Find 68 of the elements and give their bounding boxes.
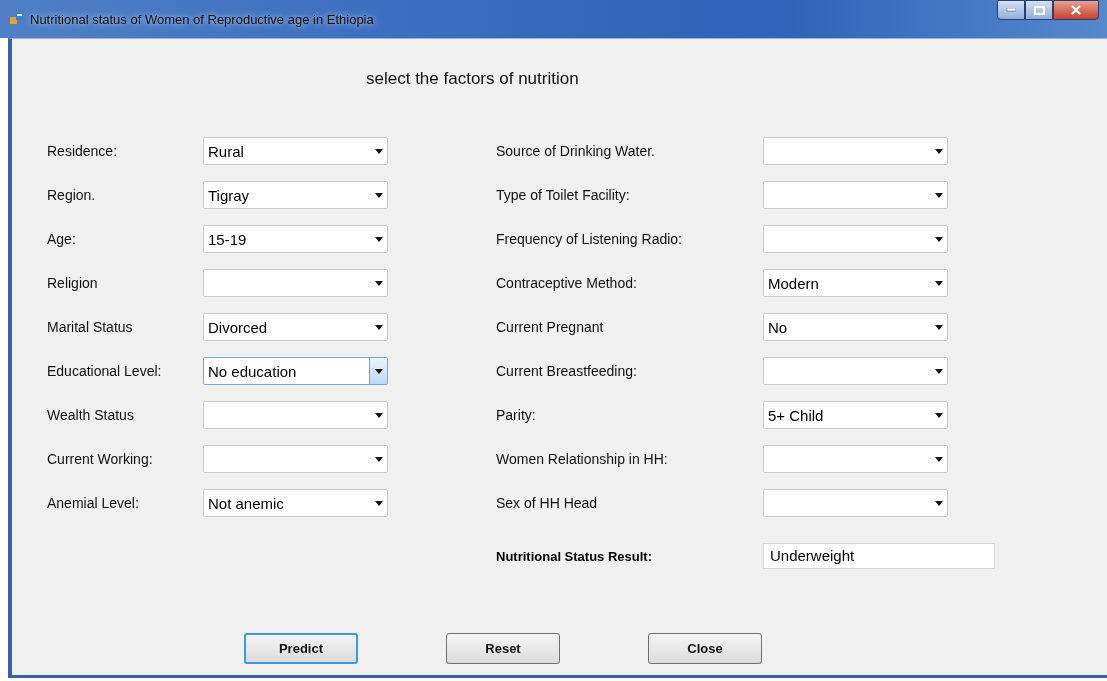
field-label: Type of Toilet Facility:	[496, 187, 631, 203]
dropdown-field[interactable]	[203, 269, 388, 297]
result-field[interactable]: Underweight	[763, 543, 995, 569]
caret-icon	[934, 456, 943, 462]
caret-icon	[374, 192, 383, 198]
minimize-icon	[1006, 8, 1016, 12]
field-label: Age:	[47, 231, 77, 247]
caret-icon	[374, 456, 383, 462]
field-label: Women Relationship in HH:	[496, 451, 669, 467]
action-button[interactable]: Reset	[446, 633, 560, 664]
field-label: Region.	[47, 187, 97, 203]
window-title: Nutritional status of Women of Reproductive age in Ethiopia	[30, 11, 375, 27]
caret-icon	[374, 280, 383, 286]
action-button[interactable]: Close	[648, 633, 762, 664]
caret-icon	[374, 148, 383, 154]
dropdown-field[interactable]: Not anemic	[203, 489, 388, 517]
dropdown-field[interactable]: 15-19	[203, 225, 388, 253]
maximize-icon	[1033, 5, 1045, 15]
caret-icon	[374, 236, 383, 242]
minimize-button[interactable]	[997, 0, 1025, 20]
result-label: Nutritional Status Result:	[496, 548, 653, 564]
field-label: Anemial Level:	[47, 495, 140, 511]
dropdown-field[interactable]	[763, 445, 948, 473]
field-label: Current Pregnant	[496, 319, 605, 335]
field-label: Current Working:	[47, 451, 154, 467]
field-label: Marital Status	[47, 319, 134, 335]
field-label: Frequency of Listening Radio:	[496, 231, 683, 247]
dropdown-field[interactable]: Rural	[203, 137, 388, 165]
dropdown-field[interactable]	[203, 401, 388, 429]
caret-icon	[934, 412, 943, 418]
form-heading: select the factors of nutrition	[365, 68, 580, 89]
field-label: Contraceptive Method:	[496, 275, 638, 291]
dropdown-field[interactable]	[763, 137, 948, 165]
dropdown-field[interactable]: No education	[203, 357, 388, 385]
field-label: Residence:	[47, 143, 119, 159]
caret-icon	[934, 148, 943, 154]
app-icon	[10, 12, 24, 26]
caret-icon	[374, 412, 383, 418]
caret-icon	[374, 324, 383, 330]
dropdown-field[interactable]: 5+ Child	[763, 401, 948, 429]
field-label: Wealth Status	[47, 407, 135, 423]
dropdown-field[interactable]	[763, 357, 948, 385]
action-button[interactable]: Predict	[244, 633, 358, 664]
field-label: Sex of HH Head	[496, 495, 599, 511]
field-label: Source of Drinking Water.	[496, 143, 656, 159]
close-icon	[1071, 5, 1081, 15]
field-label: Religion	[47, 275, 99, 291]
caret-icon	[934, 368, 943, 374]
maximize-button[interactable]	[1025, 0, 1053, 20]
dropdown-field[interactable]	[763, 225, 948, 253]
dropdown-field[interactable]: No	[763, 313, 948, 341]
caret-icon	[374, 368, 383, 374]
field-label: Educational Level:	[47, 363, 163, 379]
dropdown-field[interactable]	[763, 181, 948, 209]
field-label: Parity:	[496, 407, 537, 423]
field-label: Current Breastfeeding:	[496, 363, 638, 379]
caret-icon	[934, 280, 943, 286]
caret-icon	[934, 192, 943, 198]
dropdown-field[interactable]: Modern	[763, 269, 948, 297]
dropdown-field[interactable]	[763, 489, 948, 517]
dropdown-field[interactable]	[203, 445, 388, 473]
dropdown-field[interactable]: Divorced	[203, 313, 388, 341]
caret-icon	[934, 500, 943, 506]
caret-icon	[934, 236, 943, 242]
caret-icon	[934, 324, 943, 330]
caret-icon	[374, 500, 383, 506]
dropdown-field[interactable]: Tigray	[203, 181, 388, 209]
close-button[interactable]	[1053, 0, 1099, 20]
